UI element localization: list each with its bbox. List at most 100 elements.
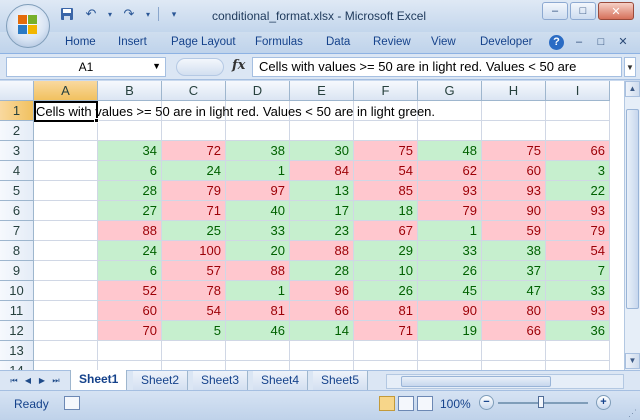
row-header-13[interactable]: 13 xyxy=(0,341,34,361)
cell-a14[interactable] xyxy=(34,361,98,370)
cell-g5[interactable]: 93 xyxy=(418,181,482,201)
row-header-5[interactable]: 5 xyxy=(0,181,34,201)
cell-i10[interactable]: 33 xyxy=(546,281,610,301)
cell-h5[interactable]: 93 xyxy=(482,181,546,201)
column-header-g[interactable]: G xyxy=(418,81,482,101)
cell-d13[interactable] xyxy=(226,341,290,361)
insert-function-icon[interactable]: fx xyxy=(232,58,245,73)
row-header-3[interactable]: 3 xyxy=(0,141,34,161)
cell-b8[interactable]: 24 xyxy=(98,241,162,261)
redo-dropdown-icon[interactable]: ▾ xyxy=(144,6,152,22)
cell-d6[interactable]: 40 xyxy=(226,201,290,221)
cell-e12[interactable]: 14 xyxy=(290,321,354,341)
tab-developer[interactable]: Developer xyxy=(480,36,532,48)
last-sheet-icon[interactable]: ⏭ xyxy=(50,374,62,388)
sheet-tab-sheet3[interactable]: Sheet3 xyxy=(193,371,249,390)
normal-view-icon[interactable] xyxy=(379,396,395,411)
cell-i2[interactable] xyxy=(546,121,610,141)
ribbon-close-icon[interactable]: ✕ xyxy=(614,35,632,50)
cell-g8[interactable]: 33 xyxy=(418,241,482,261)
tab-formulas[interactable]: Formulas xyxy=(255,36,303,48)
row-header-6[interactable]: 6 xyxy=(0,201,34,221)
tab-data[interactable]: Data xyxy=(326,36,350,48)
cell-d4[interactable]: 1 xyxy=(226,161,290,181)
cell-d2[interactable] xyxy=(226,121,290,141)
cell-f9[interactable]: 10 xyxy=(354,261,418,281)
horizontal-scroll-thumb[interactable] xyxy=(401,376,551,387)
cell-g12[interactable]: 19 xyxy=(418,321,482,341)
cell-d5[interactable]: 97 xyxy=(226,181,290,201)
customize-qat-icon[interactable]: ▾ xyxy=(165,6,183,22)
cell-f4[interactable]: 54 xyxy=(354,161,418,181)
column-header-b[interactable]: B xyxy=(98,81,162,101)
prev-sheet-icon[interactable]: ◀ xyxy=(22,374,34,388)
undo-icon[interactable]: ↶ xyxy=(82,6,100,22)
ribbon-restore-icon[interactable]: □ xyxy=(592,35,610,50)
cell-b5[interactable]: 28 xyxy=(98,181,162,201)
cell-i14[interactable] xyxy=(546,361,610,370)
cell-a2[interactable] xyxy=(34,121,98,141)
zoom-out-icon[interactable]: − xyxy=(479,395,494,410)
resize-grip-icon[interactable]: ⋰ xyxy=(628,408,638,418)
cell-h1[interactable] xyxy=(482,101,546,121)
formula-input[interactable]: Cells with values >= 50 are in light red… xyxy=(252,57,622,77)
cell-a5[interactable] xyxy=(34,181,98,201)
cell-g2[interactable] xyxy=(418,121,482,141)
cell-g13[interactable] xyxy=(418,341,482,361)
tab-view[interactable]: View xyxy=(431,36,456,48)
undo-dropdown-icon[interactable]: ▾ xyxy=(106,6,114,22)
cell-a7[interactable] xyxy=(34,221,98,241)
cell-f2[interactable] xyxy=(354,121,418,141)
cell-e14[interactable] xyxy=(290,361,354,370)
cell-f11[interactable]: 81 xyxy=(354,301,418,321)
sheet-tab-sheet4[interactable]: Sheet4 xyxy=(253,371,309,390)
cell-c5[interactable]: 79 xyxy=(162,181,226,201)
cell-e5[interactable]: 13 xyxy=(290,181,354,201)
cell-i4[interactable]: 3 xyxy=(546,161,610,181)
cell-g11[interactable]: 90 xyxy=(418,301,482,321)
row-header-1[interactable]: 1 xyxy=(0,101,34,121)
cell-e8[interactable]: 88 xyxy=(290,241,354,261)
name-box[interactable]: A1 ▼ xyxy=(6,57,166,77)
cell-b9[interactable]: 6 xyxy=(98,261,162,281)
scroll-up-icon[interactable]: ▲ xyxy=(625,81,640,97)
cell-i12[interactable]: 36 xyxy=(546,321,610,341)
cell-c12[interactable]: 5 xyxy=(162,321,226,341)
cell-e6[interactable]: 17 xyxy=(290,201,354,221)
help-icon[interactable]: ? xyxy=(549,35,564,50)
tab-home[interactable]: Home xyxy=(65,36,96,48)
cell-g4[interactable]: 62 xyxy=(418,161,482,181)
cell-a13[interactable] xyxy=(34,341,98,361)
page-layout-view-icon[interactable] xyxy=(398,396,414,411)
cell-d9[interactable]: 88 xyxy=(226,261,290,281)
cell-b11[interactable]: 60 xyxy=(98,301,162,321)
cell-g6[interactable]: 79 xyxy=(418,201,482,221)
minimize-icon[interactable]: – xyxy=(542,2,568,20)
cell-a6[interactable] xyxy=(34,201,98,221)
cell-g14[interactable] xyxy=(418,361,482,370)
cell-e7[interactable]: 23 xyxy=(290,221,354,241)
cell-e9[interactable]: 28 xyxy=(290,261,354,281)
cell-h6[interactable]: 90 xyxy=(482,201,546,221)
cell-b7[interactable]: 88 xyxy=(98,221,162,241)
row-header-12[interactable]: 12 xyxy=(0,321,34,341)
row-header-7[interactable]: 7 xyxy=(0,221,34,241)
name-box-dropdown-icon[interactable]: ▼ xyxy=(152,61,161,71)
first-sheet-icon[interactable]: ⏮ xyxy=(8,374,20,388)
cell-c3[interactable]: 72 xyxy=(162,141,226,161)
cell-a3[interactable] xyxy=(34,141,98,161)
cell-g9[interactable]: 26 xyxy=(418,261,482,281)
cell-h12[interactable]: 66 xyxy=(482,321,546,341)
cell-c4[interactable]: 24 xyxy=(162,161,226,181)
cell-b4[interactable]: 6 xyxy=(98,161,162,181)
row-header-9[interactable]: 9 xyxy=(0,261,34,281)
cell-g7[interactable]: 1 xyxy=(418,221,482,241)
cell-h11[interactable]: 80 xyxy=(482,301,546,321)
cell-i3[interactable]: 66 xyxy=(546,141,610,161)
cell-d3[interactable]: 38 xyxy=(226,141,290,161)
cell-b14[interactable] xyxy=(98,361,162,370)
column-header-i[interactable]: I xyxy=(546,81,610,101)
close-icon[interactable]: ✕ xyxy=(598,2,634,20)
cell-h9[interactable]: 37 xyxy=(482,261,546,281)
column-header-a[interactable]: A xyxy=(34,81,98,101)
